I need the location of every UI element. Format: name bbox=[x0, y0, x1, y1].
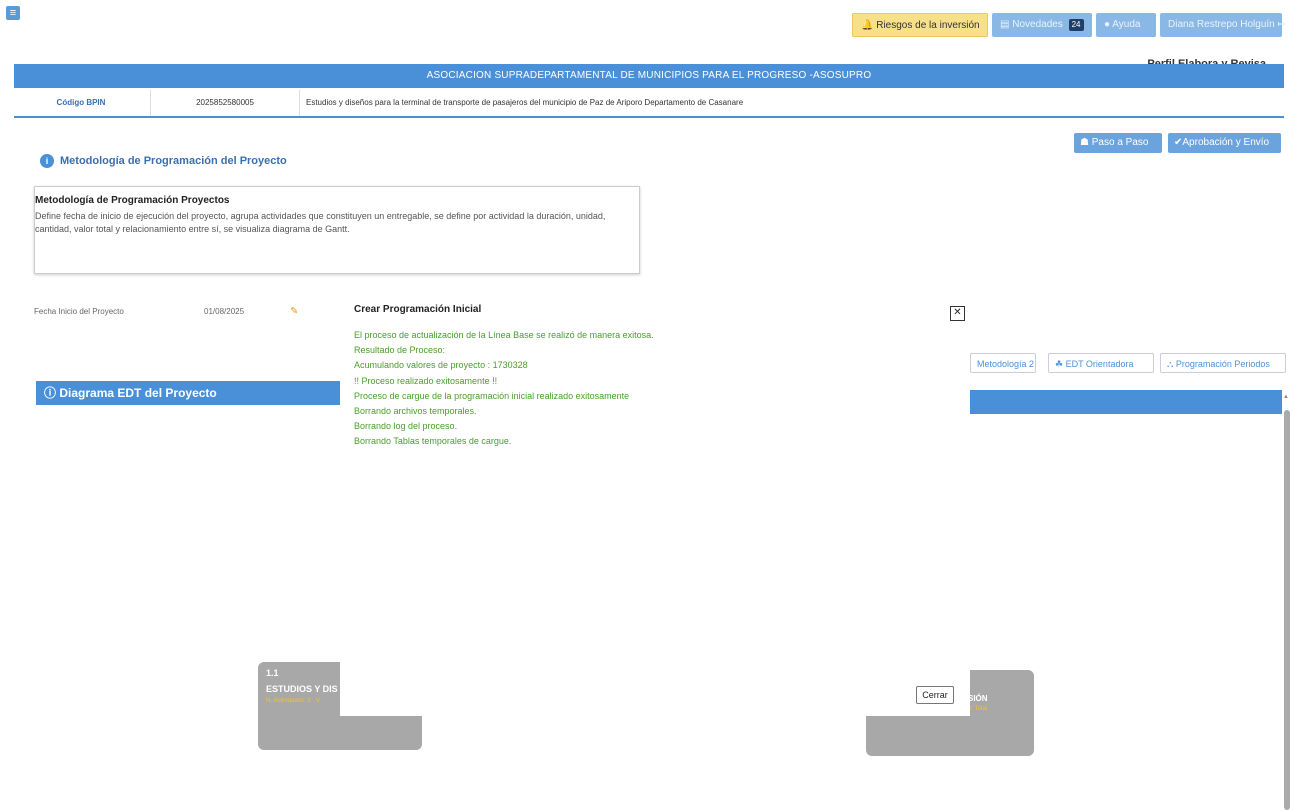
modal-line: Resultado de Proceso: bbox=[354, 345, 446, 356]
bell-icon: 🔔 bbox=[861, 20, 874, 31]
newspaper-icon: ▤ bbox=[1000, 19, 1010, 30]
user-button[interactable]: Diana Restrepo Holguín ↦ bbox=[1160, 13, 1286, 37]
metodologia-box: Metodología de Programación Proyectos De… bbox=[34, 186, 640, 274]
close-icon[interactable]: ✕ bbox=[950, 306, 965, 321]
edt-header-bar-right bbox=[970, 390, 1282, 414]
tab-programacion-periodos[interactable]: ⛬ Programación Periodos bbox=[1160, 353, 1286, 373]
steps-icon: ☗ bbox=[1080, 137, 1089, 148]
riesgos-label: Riesgos de la inversión bbox=[876, 20, 980, 31]
node-subtitle: V. Total bbox=[968, 706, 988, 712]
node-title: ESTUDIOS Y DIS bbox=[266, 684, 338, 694]
metodologia-box-text: Define fecha de inicio de ejecución del … bbox=[35, 211, 606, 234]
riesgos-button[interactable]: 🔔 Riesgos de la inversión bbox=[852, 13, 988, 37]
fecha-inicio-value: 01/08/2025 bbox=[204, 307, 245, 316]
tab-edt-label: EDT Orientadora bbox=[1065, 359, 1134, 369]
novedades-button[interactable]: ▤ Novedades 24 bbox=[992, 13, 1092, 37]
modal-line: Borrando archivos temporales. bbox=[354, 406, 477, 417]
project-name: Estudios y diseños para la terminal de t… bbox=[306, 98, 744, 107]
edt-title: Diagrama EDT del Proyecto bbox=[59, 386, 217, 400]
scrollbar-thumb[interactable] bbox=[1284, 410, 1290, 810]
hierarchy-icon: ⛬ bbox=[1167, 359, 1174, 369]
modal-line: Borrando Tablas temporales de cargue. bbox=[354, 436, 512, 447]
modal-line: Proceso de cargue de la programación ini… bbox=[354, 390, 630, 401]
info-icon: i bbox=[40, 154, 54, 168]
tab-edt-orientadora[interactable]: ☘ EDT Orientadora bbox=[1048, 353, 1154, 373]
aprobacion-button[interactable]: ✔Aprobación y Envío bbox=[1168, 133, 1281, 153]
modal-title: Crear Programación Inicial bbox=[354, 304, 482, 315]
modal-line: !! Proceso realizado exitosamente !! bbox=[354, 375, 498, 386]
bpin-label: Código BPIN bbox=[56, 98, 106, 107]
modal-line: Borrando log del proceso. bbox=[354, 421, 458, 432]
metodologia-section-title: i Metodología de Programación del Proyect… bbox=[40, 154, 287, 168]
info-circle-icon: ⓘ bbox=[44, 386, 57, 400]
node-number: 1.1 bbox=[266, 668, 279, 678]
cerrar-button[interactable]: Cerrar bbox=[916, 686, 954, 704]
crear-programacion-modal: Crear Programación Inicial ✕ El proceso … bbox=[340, 296, 970, 716]
modal-line: Acumulando valores de proyecto : 1730328 bbox=[354, 360, 528, 371]
bpin-value: 2025852580005 bbox=[150, 90, 300, 116]
tab-programacion-label: Programación Periodos bbox=[1175, 359, 1270, 369]
logout-icon: ↦ bbox=[1277, 19, 1286, 30]
metodologia-box-title: Metodología de Programación Proyectos bbox=[35, 195, 230, 206]
scroll-up-icon[interactable]: ▲ bbox=[1283, 394, 1289, 400]
hamburger-menu-icon[interactable]: ≡ bbox=[6, 6, 20, 20]
ayuda-button[interactable]: ● Ayuda bbox=[1096, 13, 1156, 37]
edit-pencil-icon[interactable]: ✎ bbox=[290, 306, 298, 317]
paso-label: Paso a Paso bbox=[1091, 137, 1149, 148]
edt-diagram-header: ⓘ Diagrama EDT del Proyecto bbox=[36, 381, 340, 405]
aprobacion-label: Aprobación y Envío bbox=[1182, 137, 1270, 148]
modal-line: El proceso de actualización de la Línea … bbox=[354, 330, 654, 340]
novedades-badge: 24 bbox=[1068, 19, 1084, 31]
user-name: Diana Restrepo Holguín bbox=[1168, 19, 1275, 30]
tab-metodologia-2[interactable]: Metodología 2 bbox=[970, 353, 1036, 373]
paso-a-paso-button[interactable]: ☗ Paso a Paso bbox=[1074, 133, 1162, 153]
fecha-inicio-label: Fecha Inicio del Proyecto bbox=[34, 307, 124, 316]
ayuda-label: Ayuda bbox=[1112, 19, 1141, 30]
help-icon: ● bbox=[1104, 19, 1111, 30]
modal-messages: El proceso de actualización de la Línea … bbox=[354, 328, 654, 450]
vertical-scrollbar[interactable]: ▲ bbox=[1283, 392, 1292, 812]
sitemap-icon: ☘ bbox=[1055, 359, 1064, 369]
bpin-row: Código BPIN 2025852580005 Estudios y dis… bbox=[14, 90, 1284, 118]
entity-header: ASOCIACION SUPRADEPARTAMENTAL DE MUNICIP… bbox=[14, 64, 1284, 88]
novedades-label: Novedades bbox=[1012, 19, 1063, 30]
node-title: SIÓN bbox=[968, 694, 988, 703]
node-subtitle: N. Actividades: 1 · V bbox=[266, 698, 321, 704]
metodologia-title-text: Metodología de Programación del Proyecto bbox=[60, 154, 287, 167]
